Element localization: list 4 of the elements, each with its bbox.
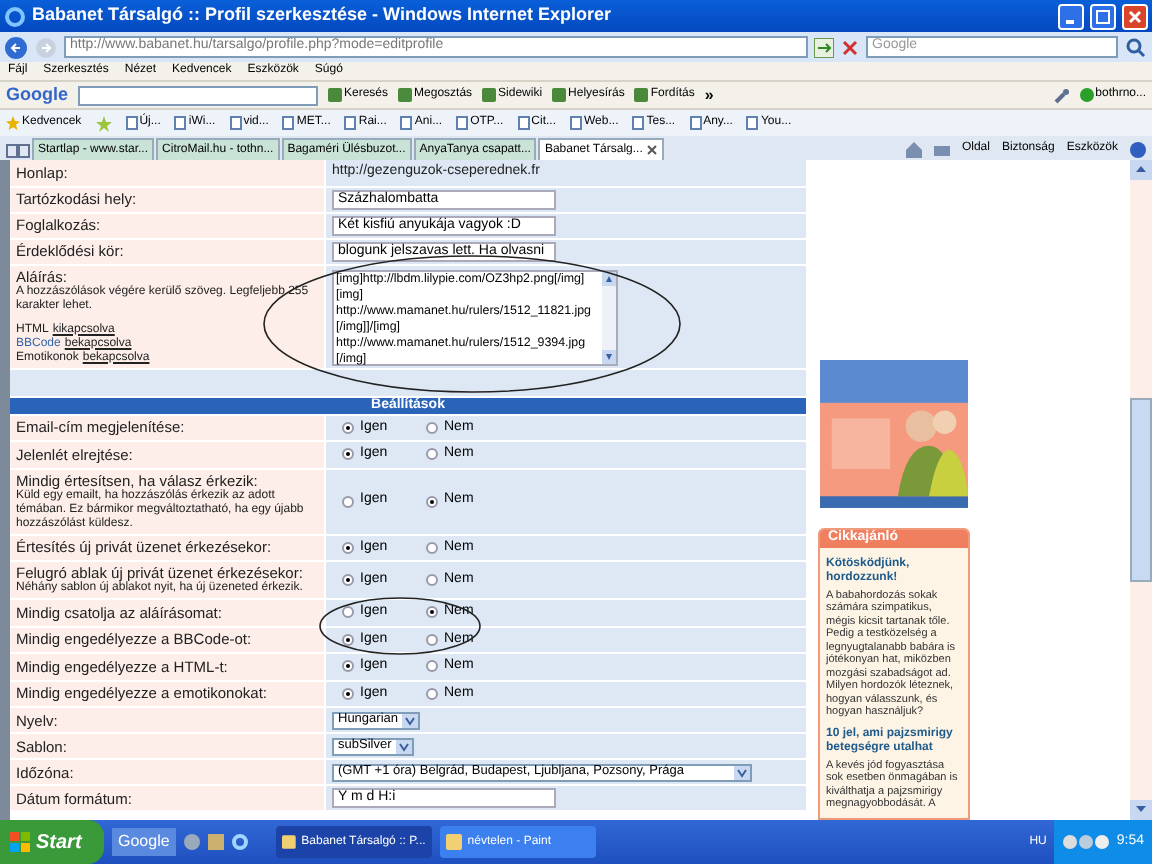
window-title: Babanet Társalgó :: Profil szerkesztése - Windows Internet Explorer xyxy=(32,2,613,29)
google-logo: Google xyxy=(6,81,68,108)
start-button[interactable]: Start xyxy=(0,820,104,864)
more-chevron[interactable]: » xyxy=(704,83,714,107)
